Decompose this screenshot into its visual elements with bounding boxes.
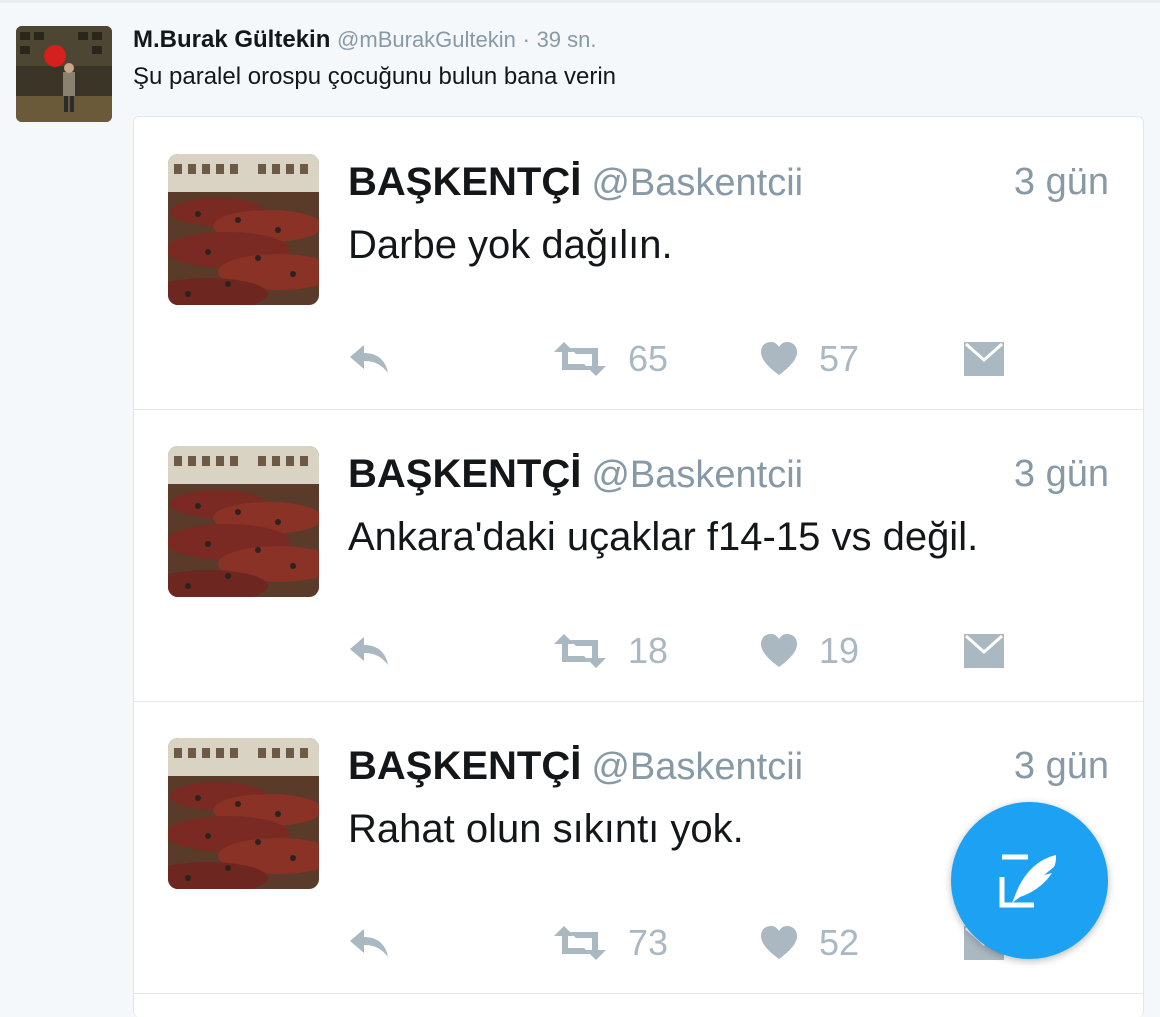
quoted-author-name[interactable]: BAŞKENTÇİ xyxy=(348,744,581,788)
compose-tweet-icon xyxy=(999,854,1056,907)
like-count: 57 xyxy=(819,338,860,379)
quoted-time[interactable]: 3 gün xyxy=(1014,743,1109,789)
like-button[interactable]: 52 xyxy=(761,923,859,963)
quoted-tweet[interactable]: BAŞKENTÇİ @Baskentcii 3 gün Darbe yok dağ… xyxy=(134,117,1143,410)
quoted-text: Darbe yok dağılın. xyxy=(348,223,673,267)
tweet-time[interactable]: 39 sn. xyxy=(537,27,597,52)
retweet-count: 73 xyxy=(628,922,669,963)
retweet-icon xyxy=(554,926,606,960)
envelope-icon xyxy=(964,342,1004,376)
reply-button[interactable] xyxy=(348,631,390,671)
like-count: 52 xyxy=(819,922,860,963)
quoted-author[interactable]: BAŞKENTÇİ @Baskentcii xyxy=(348,159,803,206)
quoted-time[interactable]: 3 gün xyxy=(1014,451,1109,497)
envelope-icon xyxy=(964,634,1004,668)
reply-button[interactable] xyxy=(348,339,390,379)
quoted-author-handle[interactable]: @Baskentcii xyxy=(591,162,803,204)
top-divider xyxy=(0,0,1160,3)
retweet-button[interactable]: 18 xyxy=(554,631,668,671)
direct-message-button[interactable] xyxy=(964,631,1004,671)
quoted-avatar[interactable] xyxy=(168,154,319,305)
quoted-text: Rahat olun sıkıntı yok. xyxy=(348,807,744,851)
reply-icon xyxy=(350,637,388,665)
retweet-button[interactable]: 73 xyxy=(554,923,668,963)
separator: · xyxy=(522,27,530,52)
tweet-header: M.Burak Gültekin @mBurakGultekin · 39 sn… xyxy=(133,26,597,54)
like-button[interactable]: 19 xyxy=(761,631,859,671)
heart-icon xyxy=(761,634,797,667)
reply-button[interactable] xyxy=(348,923,390,963)
direct-message-button[interactable] xyxy=(964,339,1004,379)
quoted-author[interactable]: BAŞKENTÇİ @Baskentcii xyxy=(348,743,803,790)
author-avatar[interactable] xyxy=(16,26,112,122)
quoted-author-name[interactable]: BAŞKENTÇİ xyxy=(348,160,581,204)
retweet-icon xyxy=(554,342,606,376)
quoted-avatar[interactable] xyxy=(168,446,319,597)
like-count: 19 xyxy=(819,630,860,671)
reply-icon xyxy=(350,345,388,373)
author-name[interactable]: M.Burak Gültekin xyxy=(133,26,330,53)
retweet-button[interactable]: 65 xyxy=(554,339,668,379)
compose-tweet-button[interactable] xyxy=(951,802,1108,959)
quoted-author[interactable]: BAŞKENTÇİ @Baskentcii xyxy=(348,451,803,498)
quoted-author-handle[interactable]: @Baskentcii xyxy=(591,746,803,788)
quoted-author-name[interactable]: BAŞKENTÇİ xyxy=(348,452,581,496)
retweet-icon xyxy=(554,634,606,668)
reply-icon xyxy=(350,929,388,957)
quoted-author-handle[interactable]: @Baskentcii xyxy=(591,454,803,496)
retweet-count: 18 xyxy=(628,630,669,671)
like-button[interactable]: 57 xyxy=(761,339,859,379)
quoted-tweet[interactable]: BAŞKENTÇİ @Baskentcii 3 gün Ankara'daki u… xyxy=(134,409,1143,702)
author-handle[interactable]: @mBurakGultekin xyxy=(337,27,516,52)
quoted-time[interactable]: 3 gün xyxy=(1014,159,1109,205)
tweet-text: Şu paralel orospu çocuğunu bulun bana ve… xyxy=(133,63,617,90)
quoted-avatar[interactable] xyxy=(168,738,319,889)
retweet-count: 65 xyxy=(628,338,669,379)
quoted-text: Ankara'daki uçaklar f14-15 vs değil. xyxy=(348,515,979,559)
heart-icon xyxy=(761,926,797,959)
heart-icon xyxy=(761,342,797,375)
